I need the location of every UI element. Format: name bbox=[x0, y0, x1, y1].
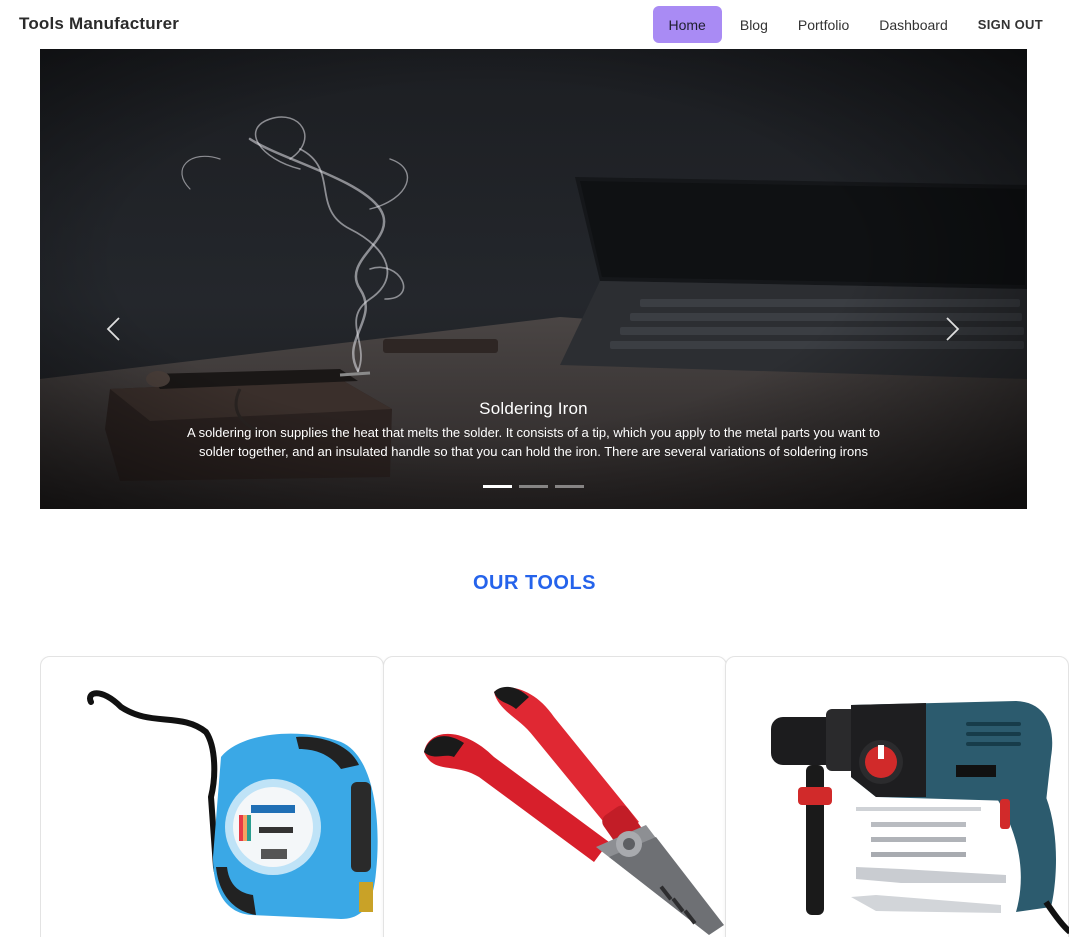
slide-caption: Soldering Iron A soldering iron supplies… bbox=[40, 399, 1027, 461]
chevron-right-icon bbox=[946, 317, 960, 341]
top-navbar: Tools Manufacturer Home Blog Portfolio D… bbox=[0, 0, 1069, 49]
measuring-tape-image bbox=[87, 690, 378, 919]
brand-logo-text[interactable]: Tools Manufacturer bbox=[19, 14, 179, 34]
carousel-prev-button[interactable] bbox=[98, 309, 130, 349]
tools-card-row bbox=[40, 656, 1069, 937]
nav-links: Home Blog Portfolio Dashboard SIGN OUT bbox=[652, 6, 1056, 43]
slide-title: Soldering Iron bbox=[479, 399, 588, 418]
tool-card-pliers[interactable] bbox=[383, 656, 727, 937]
hero-carousel: Soldering Iron A soldering iron supplies… bbox=[40, 49, 1027, 509]
carousel-indicator-3[interactable] bbox=[555, 485, 584, 488]
nav-blog-link[interactable]: Blog bbox=[728, 6, 780, 43]
slide-description: A soldering iron supplies the heat that … bbox=[187, 425, 880, 459]
chevron-left-icon bbox=[106, 317, 120, 341]
carousel-next-button[interactable] bbox=[936, 309, 968, 349]
nav-portfolio-link[interactable]: Portfolio bbox=[786, 6, 861, 43]
carousel-indicators bbox=[483, 485, 584, 488]
nav-home-link[interactable]: Home bbox=[652, 6, 722, 43]
our-tools-heading: OUR TOOLS bbox=[472, 572, 597, 594]
sign-out-button[interactable]: SIGN OUT bbox=[966, 6, 1055, 43]
nav-dashboard-link[interactable]: Dashboard bbox=[867, 6, 960, 43]
tool-card-measuring-tape[interactable] bbox=[40, 656, 384, 937]
pliers-image bbox=[424, 686, 724, 935]
carousel-indicator-1[interactable] bbox=[483, 485, 512, 488]
hammer-drill-image bbox=[771, 701, 1069, 935]
carousel-indicator-2[interactable] bbox=[519, 485, 548, 488]
tool-card-hammer-drill[interactable] bbox=[725, 656, 1069, 937]
